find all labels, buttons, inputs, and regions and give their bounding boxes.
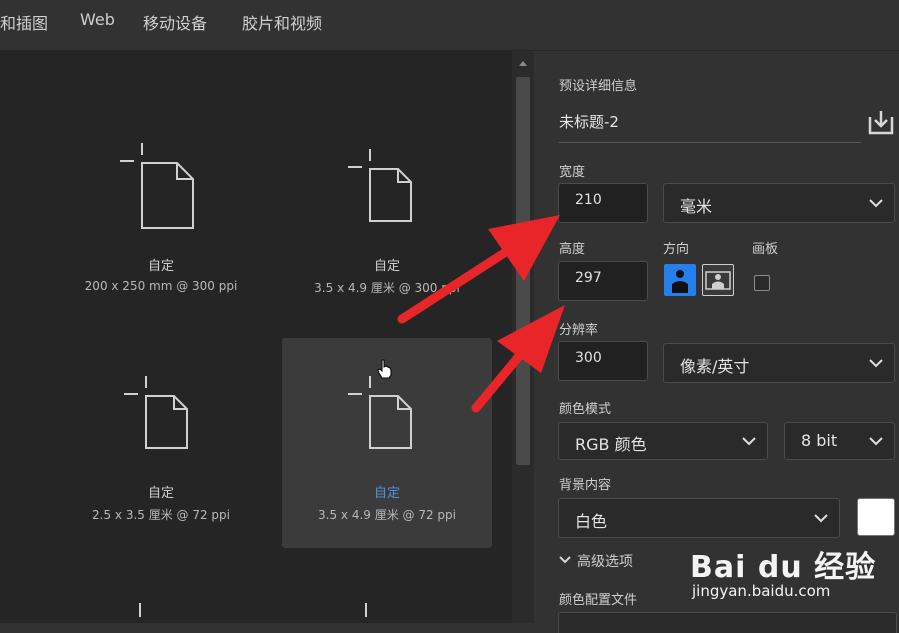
red-arrow-icon [397,215,560,324]
annotation-arrows [397,215,565,413]
baidu-watermark: Bai du 经验 jingyan.baidu.com [690,540,899,623]
red-arrow-icon [471,305,565,413]
baidu-url: jingyan.baidu.com [692,582,831,600]
baidu-logo: Bai du 经验 [690,550,877,585]
